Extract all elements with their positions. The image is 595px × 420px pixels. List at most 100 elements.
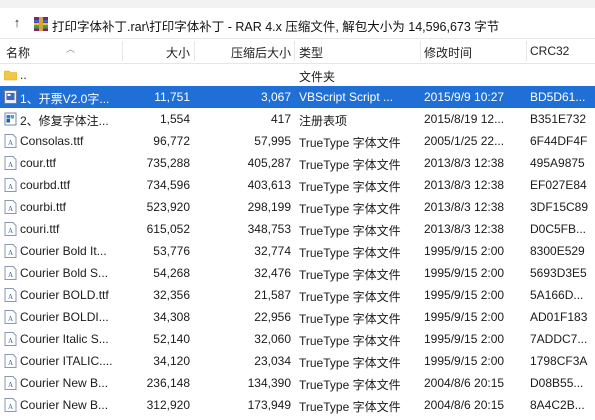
file-name: couri.ttf bbox=[20, 222, 60, 236]
file-name: Courier ITALIC.... bbox=[20, 354, 113, 368]
file-type: TrueType 字体文件 bbox=[299, 268, 401, 282]
file-crc32: 1798CF3A bbox=[530, 354, 588, 368]
font-file-icon: A bbox=[4, 222, 17, 236]
svg-text:A: A bbox=[8, 227, 13, 235]
file-type: TrueType 字体文件 bbox=[299, 312, 401, 326]
file-type: TrueType 字体文件 bbox=[299, 290, 401, 304]
vbscript-file-icon bbox=[4, 90, 17, 104]
file-size: 96,772 bbox=[153, 134, 190, 148]
file-row[interactable]: Acour.ttf 735,288 405,287 TrueType 字体文件 2013… bbox=[0, 152, 595, 174]
path-bar: ↑ 打印字体补丁.rar\打印字体补丁 - RAR 4.x 压缩文件, 解包大小… bbox=[0, 8, 595, 39]
sort-asc-icon: ︿ bbox=[66, 44, 76, 54]
file-modified: 2013/8/3 12:38 bbox=[424, 200, 505, 214]
file-packed-size: 134,390 bbox=[247, 376, 291, 390]
col-name-header[interactable]: 名称 ︿ bbox=[6, 44, 75, 61]
font-file-icon: A bbox=[4, 398, 17, 412]
file-type: TrueType 字体文件 bbox=[299, 180, 401, 194]
file-row[interactable]: A Consolas.ttf 96,772 57,995 TrueType 字体文件 20… bbox=[0, 130, 595, 152]
file-packed-size: 405,287 bbox=[247, 156, 291, 170]
file-size: 734,596 bbox=[146, 178, 190, 192]
file-crc32: AD01F183 bbox=[530, 310, 588, 324]
file-size: 236,148 bbox=[146, 376, 190, 390]
font-file-icon: A bbox=[4, 266, 17, 280]
column-header: 名称 ︿ 大小 压缩后大小 类型 修改时间 CRC32 bbox=[0, 39, 595, 64]
file-type: TrueType 字体文件 bbox=[299, 202, 401, 216]
file-packed-size: 32,476 bbox=[254, 266, 291, 280]
file-size: 735,288 bbox=[146, 156, 190, 170]
file-modified: 1995/9/15 2:00 bbox=[424, 332, 505, 346]
file-packed-size: 3,067 bbox=[260, 90, 291, 104]
file-name: Courier BOLDI... bbox=[20, 310, 109, 324]
file-modified: 1995/9/15 2:00 bbox=[424, 266, 505, 280]
file-row[interactable]: A Courier BOLDI... 34,308 22,956 TrueType 字体… bbox=[0, 306, 595, 328]
file-size: 54,268 bbox=[153, 266, 190, 280]
svg-text:A: A bbox=[8, 315, 13, 323]
file-size: 615,052 bbox=[146, 222, 190, 236]
file-name: 1、开票V2.0字... bbox=[20, 92, 110, 106]
file-crc32: 495A9875 bbox=[530, 156, 585, 170]
font-file-icon: A bbox=[4, 376, 17, 390]
file-modified: 2013/8/3 12:38 bbox=[424, 156, 505, 170]
col-packed-header[interactable]: 压缩后大小 bbox=[196, 44, 291, 61]
file-type: 文件夹 bbox=[299, 70, 336, 84]
svg-text:A: A bbox=[8, 381, 13, 389]
file-modified: 2004/8/6 20:15 bbox=[424, 376, 505, 390]
font-file-icon: A bbox=[4, 332, 17, 346]
file-name: Courier Bold S... bbox=[20, 266, 109, 280]
svg-text:A: A bbox=[8, 271, 13, 279]
font-file-icon: A bbox=[4, 200, 17, 214]
file-name: .. bbox=[20, 68, 27, 82]
file-packed-size: 348,753 bbox=[247, 222, 291, 236]
col-size-header[interactable]: 大小 bbox=[124, 44, 190, 61]
font-file-icon: A bbox=[4, 354, 17, 368]
file-crc32: 7ADDC7... bbox=[530, 332, 588, 346]
file-name: Courier Italic S... bbox=[20, 332, 109, 346]
file-type: TrueType 字体文件 bbox=[299, 334, 401, 348]
file-size: 11,751 bbox=[154, 90, 190, 104]
file-crc32: B351E732 bbox=[530, 112, 587, 126]
file-row[interactable]: A Courier ITALIC.... 34,120 23,034 TrueType … bbox=[0, 350, 595, 372]
col-modified-header[interactable]: 修改时间 bbox=[424, 44, 472, 61]
font-file-icon: A bbox=[4, 310, 17, 324]
file-row[interactable]: 2、修复字体注... 1,554 417 注册表项 2015/8/19 12... B35… bbox=[0, 108, 595, 130]
file-type: TrueType 字体文件 bbox=[299, 356, 401, 370]
file-modified: 1995/9/15 2:00 bbox=[424, 354, 505, 368]
file-crc32: 3DF15C89 bbox=[530, 200, 589, 214]
file-type: TrueType 字体文件 bbox=[299, 400, 401, 414]
col-crc-header[interactable]: CRC32 bbox=[530, 44, 569, 58]
file-modified: 2013/8/3 12:38 bbox=[424, 222, 505, 236]
svg-text:A: A bbox=[8, 205, 13, 213]
file-list: .. 文件夹 1、开票V2.0字... 11,751 3,067 VBScript Scr… bbox=[0, 64, 595, 416]
file-name: Courier New B... bbox=[20, 398, 109, 412]
svg-text:A: A bbox=[8, 161, 13, 169]
file-row[interactable]: A Courier Italic S... 52,140 32,060 TrueType… bbox=[0, 328, 595, 350]
file-type: TrueType 字体文件 bbox=[299, 246, 401, 260]
file-size: 523,920 bbox=[146, 200, 190, 214]
file-row[interactable]: .. 文件夹 bbox=[0, 64, 595, 86]
file-row[interactable]: Acourbi.ttf 523,920 298,199 TrueType 字体文件 20… bbox=[0, 196, 595, 218]
file-row[interactable]: A Courier New B... 312,920 173,949 TrueType … bbox=[0, 394, 595, 416]
file-row[interactable]: Acouri.ttf 615,052 348,753 TrueType 字体文件 201… bbox=[0, 218, 595, 240]
font-file-icon: A bbox=[4, 288, 17, 302]
file-type: 注册表项 bbox=[299, 114, 348, 128]
file-row[interactable]: A Courier New B... 236,148 134,390 TrueType … bbox=[0, 372, 595, 394]
file-crc32: EF027E84 bbox=[530, 178, 587, 192]
up-arrow-icon[interactable]: ↑ bbox=[8, 14, 26, 32]
file-packed-size: 298,199 bbox=[247, 200, 291, 214]
file-type: TrueType 字体文件 bbox=[299, 136, 401, 150]
file-modified: 1995/9/15 2:00 bbox=[424, 310, 505, 324]
file-name: courbi.ttf bbox=[20, 200, 67, 214]
file-row[interactable]: A Courier Bold S... 54,268 32,476 TrueType 字… bbox=[0, 262, 595, 284]
file-row[interactable]: 1、开票V2.0字... 11,751 3,067 VBScript Script .… bbox=[0, 86, 595, 108]
font-file-icon: A bbox=[4, 134, 17, 148]
file-row[interactable]: Acourbd.ttf 734,596 403,613 TrueType 字体文件 20… bbox=[0, 174, 595, 196]
file-size: 53,776 bbox=[153, 244, 190, 258]
file-row[interactable]: A Courier BOLD.ttf 32,356 21,587 TrueType 字体… bbox=[0, 284, 595, 306]
file-row[interactable]: A Courier Bold It... 53,776 32,774 TrueType … bbox=[0, 240, 595, 262]
file-crc32: D08B55... bbox=[530, 376, 584, 390]
col-type-header[interactable]: 类型 bbox=[299, 44, 323, 61]
file-packed-size: 23,034 bbox=[254, 354, 291, 368]
file-modified: 2005/1/25 22... bbox=[424, 134, 505, 148]
file-packed-size: 21,587 bbox=[254, 288, 291, 302]
file-size: 32,356 bbox=[153, 288, 190, 302]
